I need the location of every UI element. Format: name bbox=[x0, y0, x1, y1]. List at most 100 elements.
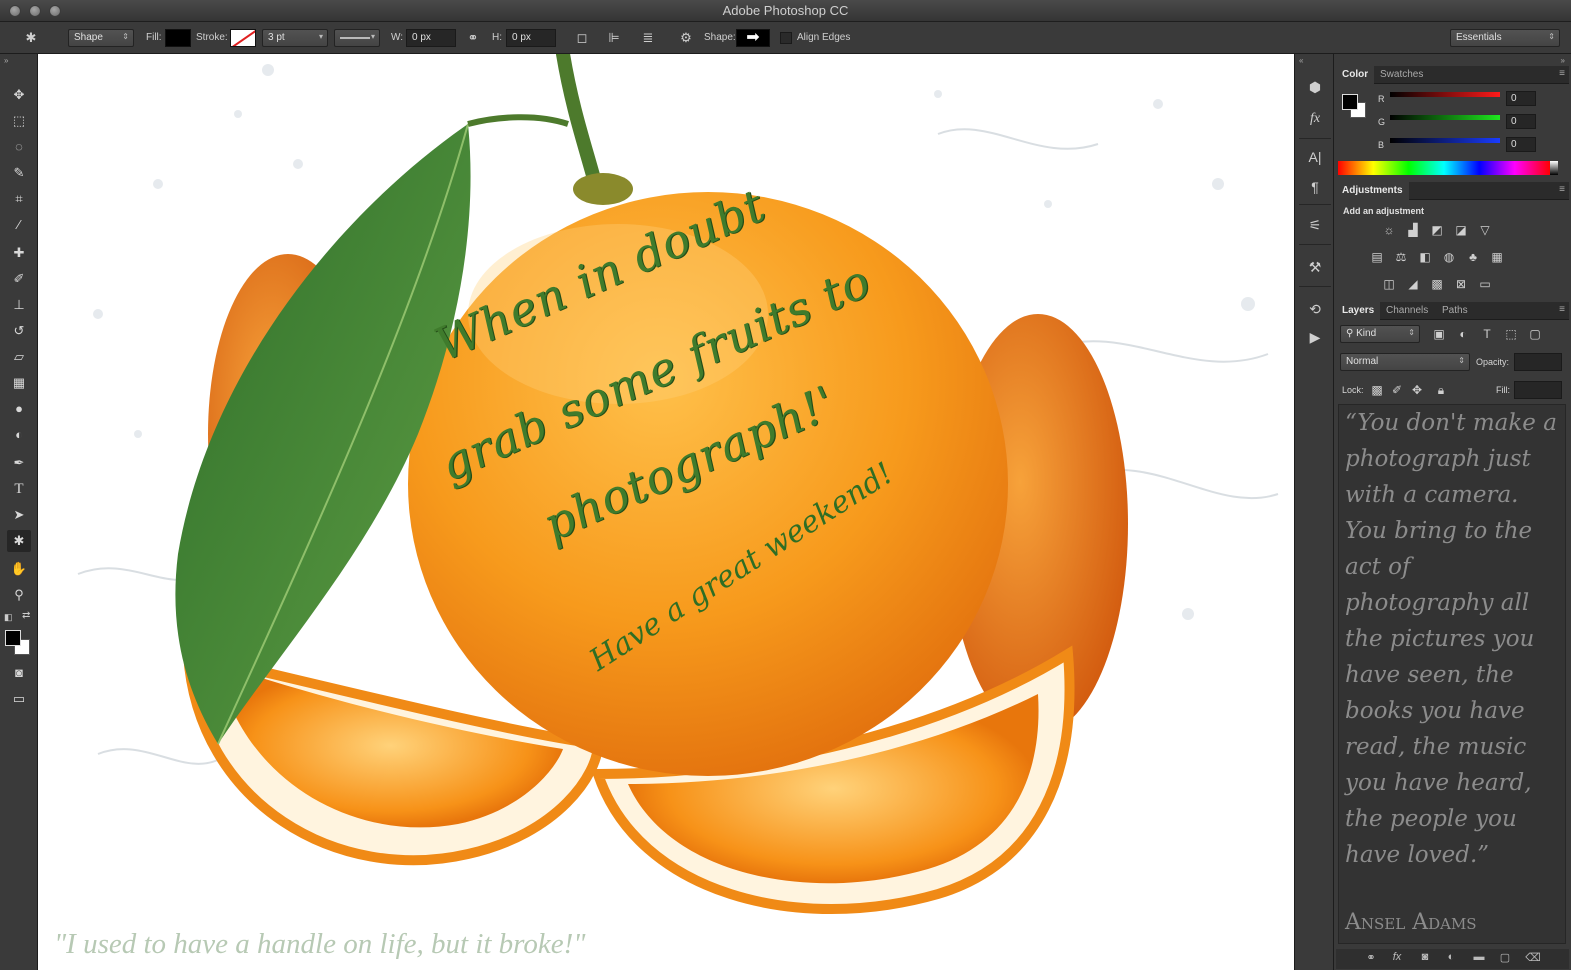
quick-mask-icon[interactable]: ◙ bbox=[7, 662, 31, 684]
black-white-icon[interactable]: ◧ bbox=[1416, 249, 1434, 265]
lock-icon[interactable]: 🔒︎ bbox=[1432, 382, 1450, 398]
document-canvas[interactable]: When in doubt grab some fruits to photog… bbox=[38, 54, 1294, 970]
brush-tool-icon[interactable]: ✐ bbox=[7, 268, 31, 290]
curves-icon[interactable]: ◩ bbox=[1428, 222, 1446, 238]
lock-transparent-icon[interactable]: ▩ bbox=[1368, 382, 1386, 398]
move-tool-icon[interactable]: ✥ bbox=[7, 84, 31, 106]
3d-icon[interactable]: ⬢ bbox=[1303, 76, 1327, 98]
pen-tool-icon[interactable]: ✒ bbox=[7, 452, 31, 474]
threshold-icon[interactable]: ▩ bbox=[1428, 276, 1446, 292]
link-icon[interactable]: ⚭ bbox=[464, 29, 482, 47]
levels-icon[interactable]: ▟ bbox=[1404, 222, 1422, 238]
bottom-quote-text[interactable]: "I used to have a handle on life, but it… bbox=[54, 928, 585, 961]
layers-list[interactable]: “You don't make a photograph just with a… bbox=[1338, 404, 1566, 944]
panel-menu-icon[interactable]: ≡ bbox=[1559, 68, 1565, 79]
tab-layers[interactable]: Layers bbox=[1336, 302, 1381, 320]
blur-tool-icon[interactable]: ● bbox=[7, 398, 31, 420]
gradient-map-icon[interactable]: ▭ bbox=[1476, 276, 1494, 292]
shape-picker[interactable]: ➡ bbox=[736, 29, 770, 47]
color-spectrum-ramp[interactable] bbox=[1338, 161, 1550, 175]
tab-channels[interactable]: Channels bbox=[1380, 302, 1434, 320]
hand-tool-icon[interactable]: ✋ bbox=[7, 558, 31, 580]
opacity-field[interactable] bbox=[1514, 353, 1562, 371]
panel-menu-icon[interactable]: ≡ bbox=[1559, 184, 1565, 195]
tab-paths[interactable]: Paths bbox=[1436, 302, 1474, 320]
lasso-tool-icon[interactable]: ◌ bbox=[7, 136, 31, 158]
blue-slider[interactable] bbox=[1390, 138, 1500, 143]
screen-mode-icon[interactable]: ▭ bbox=[7, 688, 31, 710]
paragraph-panel-icon[interactable]: ¶ bbox=[1303, 176, 1327, 198]
new-adjustment-layer-icon[interactable]: ◐ bbox=[1442, 951, 1460, 963]
custom-shape-tool-icon[interactable]: ✱ bbox=[7, 530, 31, 552]
align-edges-checkbox[interactable] bbox=[780, 32, 792, 44]
color-balance-icon[interactable]: ⚖ bbox=[1392, 249, 1410, 265]
tab-swatches[interactable]: Swatches bbox=[1374, 66, 1429, 84]
properties-panel-icon[interactable]: ⚟ bbox=[1303, 214, 1327, 236]
history-panel-icon[interactable]: ⟲ bbox=[1303, 298, 1327, 320]
new-group-icon[interactable]: ▬ bbox=[1470, 951, 1488, 963]
photo-filter-icon[interactable]: ◍ bbox=[1440, 249, 1458, 265]
layer-filter-select[interactable]: ⚲ Kind ⇕ bbox=[1340, 325, 1420, 343]
stroke-type-select[interactable]: ▾ bbox=[334, 29, 380, 47]
filter-smart-object-icon[interactable]: ▢ bbox=[1526, 326, 1544, 342]
quick-selection-tool-icon[interactable]: ✎ bbox=[7, 162, 31, 184]
link-layers-icon[interactable]: ⚭ bbox=[1362, 951, 1380, 964]
dodge-tool-icon[interactable]: ◐ bbox=[7, 424, 31, 446]
collapse-toolbox-icon[interactable]: » bbox=[4, 56, 8, 65]
marquee-tool-icon[interactable]: ⬚ bbox=[7, 110, 31, 132]
stroke-width-select[interactable]: 3 pt ▾ bbox=[262, 29, 328, 47]
gradient-tool-icon[interactable]: ▦ bbox=[7, 372, 31, 394]
tab-color[interactable]: Color bbox=[1336, 66, 1375, 84]
crop-tool-icon[interactable]: ⌗ bbox=[7, 188, 31, 210]
filter-adjustment-icon[interactable]: ◐ bbox=[1454, 326, 1472, 342]
red-value[interactable]: 0 bbox=[1506, 91, 1536, 106]
swap-colors-icon[interactable]: ⇄ bbox=[22, 610, 30, 621]
stroke-swatch[interactable] bbox=[230, 29, 256, 47]
lock-position-icon[interactable]: ✥ bbox=[1408, 382, 1426, 398]
type-tool-icon[interactable]: T bbox=[7, 478, 31, 500]
green-slider[interactable] bbox=[1390, 115, 1500, 120]
path-arrangement-icon[interactable]: ≣ bbox=[639, 29, 657, 47]
workspace-select[interactable]: Essentials ⇕ bbox=[1450, 29, 1560, 47]
tool-presets-icon[interactable]: ⚒ bbox=[1303, 256, 1327, 278]
blue-value[interactable]: 0 bbox=[1506, 137, 1536, 152]
character-panel-icon[interactable]: A| bbox=[1303, 146, 1327, 168]
green-value[interactable]: 0 bbox=[1506, 114, 1536, 129]
color-foreground-swatch[interactable] bbox=[1342, 94, 1358, 110]
posterize-icon[interactable]: ◢ bbox=[1404, 276, 1422, 292]
fill-swatch[interactable] bbox=[165, 29, 191, 47]
default-colors-icon[interactable]: ◧ bbox=[4, 612, 13, 623]
fill-field[interactable] bbox=[1514, 381, 1562, 399]
width-field[interactable]: 0 px bbox=[406, 29, 456, 47]
healing-brush-tool-icon[interactable]: ✚ bbox=[7, 242, 31, 264]
eyedropper-tool-icon[interactable]: ⁄ bbox=[7, 214, 31, 236]
add-mask-icon[interactable]: ◙ bbox=[1416, 951, 1434, 963]
layer-styles-fx-icon[interactable]: fx bbox=[1303, 108, 1327, 130]
eraser-tool-icon[interactable]: ▱ bbox=[7, 346, 31, 368]
color-lookup-icon[interactable]: ▦ bbox=[1488, 249, 1506, 265]
actions-play-icon[interactable]: ▶ bbox=[1303, 326, 1327, 348]
panel-menu-icon[interactable]: ≡ bbox=[1559, 304, 1565, 315]
brightness-contrast-icon[interactable]: ☼ bbox=[1380, 222, 1398, 238]
blend-mode-select[interactable]: Normal ⇕ bbox=[1340, 353, 1470, 371]
selective-color-icon[interactable]: ⊠ bbox=[1452, 276, 1470, 292]
collapse-panels-icon[interactable]: » bbox=[1561, 56, 1565, 65]
foreground-color-swatch[interactable] bbox=[5, 630, 21, 646]
tool-mode-select[interactable]: Shape ⇕ bbox=[68, 29, 134, 47]
path-selection-tool-icon[interactable]: ➤ bbox=[7, 504, 31, 526]
collapse-dock-icon[interactable]: « bbox=[1299, 56, 1303, 65]
hue-saturation-icon[interactable]: ▤ bbox=[1368, 249, 1386, 265]
filter-pixel-icon[interactable]: ▣ bbox=[1430, 326, 1448, 342]
invert-icon[interactable]: ◫ bbox=[1380, 276, 1398, 292]
path-operations-icon[interactable]: ◻ bbox=[573, 29, 591, 47]
path-alignment-icon[interactable]: ⊫ bbox=[605, 29, 623, 47]
tab-adjustments[interactable]: Adjustments bbox=[1336, 182, 1409, 200]
gear-icon[interactable]: ⚙ bbox=[677, 29, 695, 47]
filter-shape-icon[interactable]: ⬚ bbox=[1502, 326, 1520, 342]
lock-pixels-icon[interactable]: ✐ bbox=[1388, 382, 1406, 398]
new-layer-icon[interactable]: ▢ bbox=[1496, 951, 1514, 964]
height-field[interactable]: 0 px bbox=[506, 29, 556, 47]
add-layer-style-fx-icon[interactable]: fx bbox=[1388, 951, 1406, 963]
history-brush-tool-icon[interactable]: ↺ bbox=[7, 320, 31, 342]
delete-layer-icon[interactable]: ⌫ bbox=[1524, 951, 1542, 964]
